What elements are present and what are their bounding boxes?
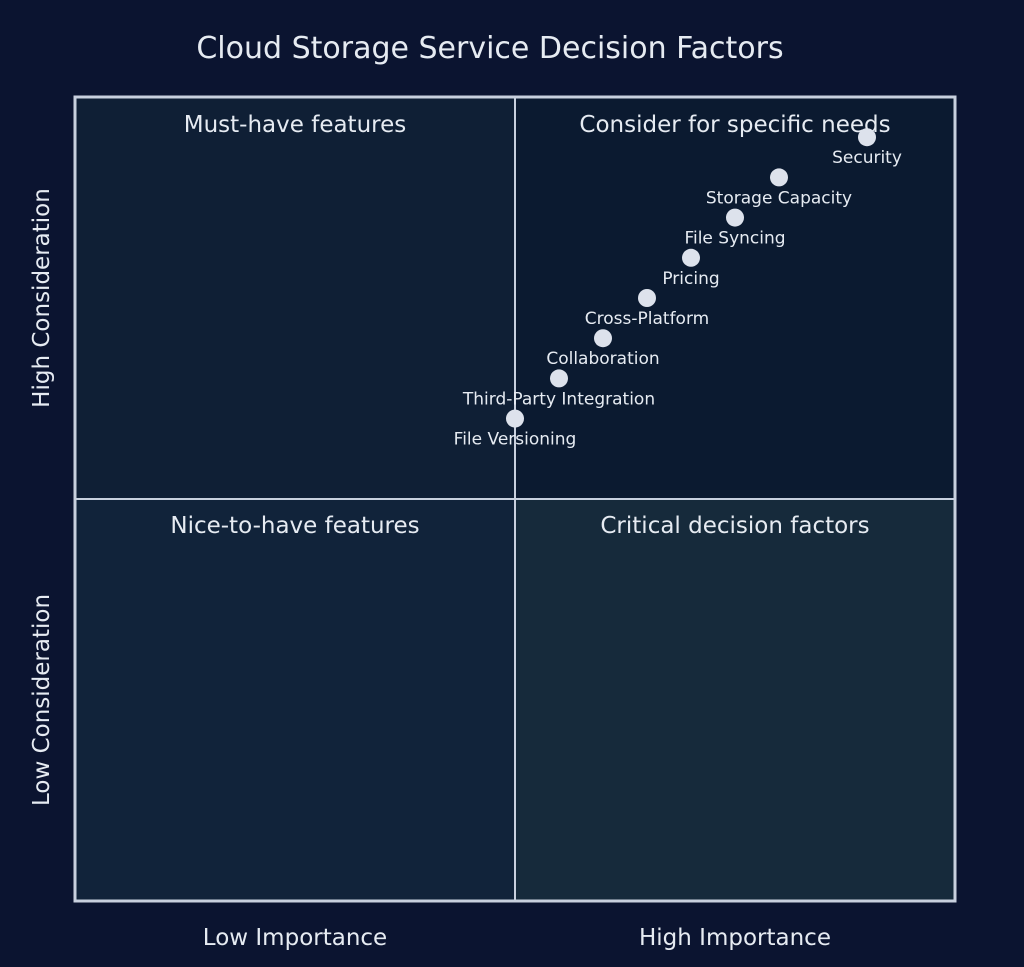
data-point-label: Storage Capacity (706, 188, 852, 208)
quadrant-bottom-left (75, 499, 515, 901)
data-point-label: File Versioning (454, 430, 577, 450)
x-axis-low-label: Low Importance (203, 925, 387, 951)
quadrant-label-bottom-right: Critical decision factors (600, 513, 869, 539)
y-axis-low-label: Low Consideration (29, 594, 55, 806)
data-point-label: Collaboration (546, 349, 659, 369)
data-point-label: File Syncing (684, 229, 785, 249)
data-point[interactable] (594, 329, 612, 348)
y-axis-high-label: High Consideration (29, 188, 55, 408)
quadrant-label-bottom-left: Nice-to-have features (170, 513, 419, 539)
chart-title: Cloud Storage Service Decision Factors (196, 31, 783, 66)
data-point[interactable] (638, 289, 656, 307)
data-point-label: Pricing (662, 269, 719, 289)
x-axis-high-label: High Importance (639, 925, 831, 951)
data-point[interactable] (726, 208, 744, 227)
data-point-label: Security (832, 148, 902, 168)
data-point[interactable] (682, 248, 700, 267)
data-point[interactable] (770, 168, 788, 187)
quadrant-bottom-right (515, 499, 955, 901)
quadrant-label-top-left: Must-have features (184, 112, 407, 138)
data-point[interactable] (550, 369, 568, 388)
quadrant-chart: Cloud Storage Service Decision Factors M… (29, 31, 957, 951)
data-point[interactable] (506, 409, 524, 428)
quadrant-top-left (75, 97, 515, 499)
data-point-label: Cross-Platform (585, 309, 709, 329)
data-point[interactable] (858, 128, 876, 147)
quadrant-label-top-right: Consider for specific needs (579, 112, 890, 138)
data-point-label: Third-Party Integration (462, 389, 655, 409)
